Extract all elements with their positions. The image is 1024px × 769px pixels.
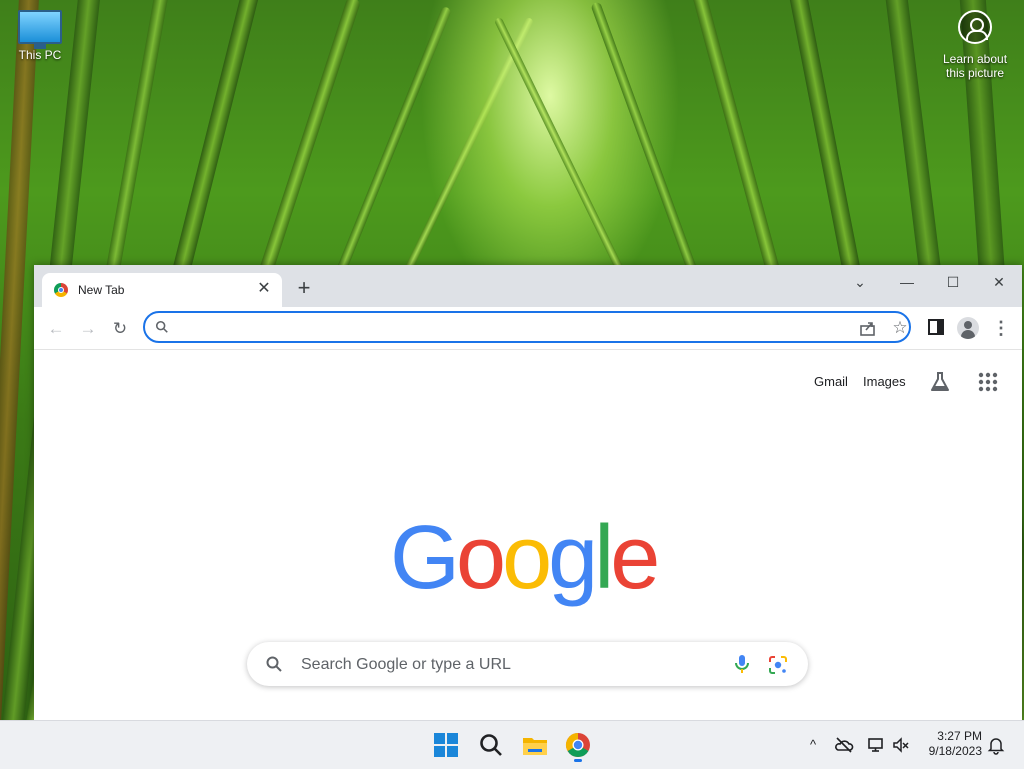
chrome-taskbar-button[interactable] — [562, 729, 594, 762]
logo-letter: e — [610, 508, 660, 608]
tab-title: New Tab — [78, 283, 125, 297]
voice-search-icon[interactable] — [732, 653, 752, 675]
learn-about-picture[interactable]: Learn about this picture — [936, 10, 1014, 80]
chrome-menu-button[interactable]: ⋮ — [992, 317, 1010, 339]
google-search-box[interactable] — [247, 642, 808, 686]
system-clock[interactable]: 3:27 PM 9/18/2023 — [916, 729, 982, 759]
back-button[interactable]: ← — [44, 317, 68, 341]
desktop-icon-label: This PC — [18, 48, 62, 62]
google-lens-icon[interactable] — [767, 654, 789, 676]
bookmark-star-icon[interactable]: ☆ — [889, 317, 911, 339]
search-icon[interactable] — [475, 729, 507, 761]
logo-letter: g — [548, 508, 598, 608]
forward-button[interactable]: → — [76, 317, 100, 341]
running-indicator — [574, 759, 582, 762]
tab-new-tab[interactable]: New Tab ✕ — [42, 273, 282, 307]
google-apps-icon[interactable] — [976, 370, 1000, 394]
spotlight-icon — [958, 10, 992, 44]
onedrive-icon[interactable] — [834, 735, 854, 755]
new-tab-page: Gmail Images Google — [34, 350, 1022, 720]
desktop-icon-this-pc[interactable]: This PC — [10, 10, 70, 62]
clock-date: 9/18/2023 — [928, 744, 982, 758]
images-link[interactable]: Images — [863, 374, 906, 389]
monitor-icon — [18, 10, 62, 49]
gmail-link[interactable]: Gmail — [814, 374, 848, 389]
reload-button[interactable]: ↻ — [108, 317, 132, 341]
notification-bell-icon[interactable] — [986, 735, 1006, 755]
clock-time: 3:27 PM — [937, 729, 982, 743]
profile-avatar-icon[interactable] — [957, 317, 979, 339]
minimize-button[interactable]: — — [892, 269, 922, 295]
labs-flask-icon[interactable] — [928, 370, 952, 394]
browser-toolbar: ← → ↻ ☆ ⋮ — [34, 307, 1022, 350]
chrome-window: New Tab ✕ + ⌄ — ☐ ✕ ← → ↻ ☆ ⋮ Gmail Imag… — [34, 265, 1022, 720]
chrome-favicon-icon — [54, 283, 68, 297]
taskbar: ^ 3:27 PM 9/18/2023 — [0, 720, 1024, 769]
start-icon[interactable] — [430, 729, 462, 761]
share-icon[interactable] — [857, 317, 879, 339]
new-tab-button[interactable]: + — [292, 277, 316, 301]
google-logo: Google — [390, 508, 665, 608]
file-explorer-icon[interactable] — [519, 729, 551, 761]
search-input[interactable] — [299, 652, 723, 678]
search-icon — [155, 320, 168, 333]
logo-letter: l — [594, 508, 614, 608]
side-panel-icon[interactable] — [926, 317, 946, 337]
address-bar[interactable]: ☆ — [143, 311, 911, 343]
logo-letter: o — [456, 508, 506, 608]
close-button[interactable]: ✕ — [984, 269, 1014, 295]
network-icon[interactable] — [866, 735, 886, 755]
chrome-icon — [565, 733, 590, 758]
spotlight-label-line2: this picture — [945, 66, 1005, 80]
tray-overflow-chevron-icon[interactable]: ^ — [803, 735, 823, 755]
volume-muted-icon[interactable] — [891, 735, 911, 755]
spotlight-label-line1: Learn about — [942, 52, 1008, 66]
maximize-button[interactable]: ☐ — [938, 269, 968, 295]
search-icon — [266, 656, 282, 672]
address-input[interactable] — [177, 315, 821, 341]
tab-search-button[interactable]: ⌄ — [845, 269, 875, 295]
tab-close-icon[interactable]: ✕ — [254, 279, 274, 299]
title-bar[interactable]: New Tab ✕ + ⌄ — ☐ ✕ — [34, 265, 1022, 307]
logo-letter: G — [390, 508, 460, 608]
logo-letter: o — [502, 508, 552, 608]
